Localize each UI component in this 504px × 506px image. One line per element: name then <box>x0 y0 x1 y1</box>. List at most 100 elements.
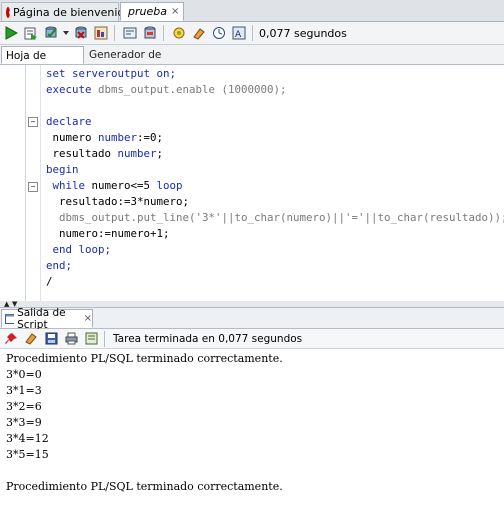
commit-dropdown[interactable] <box>62 24 70 42</box>
output-line: Procedimiento PL/SQL terminado correctam… <box>6 480 283 493</box>
explain-plan-button[interactable] <box>121 24 139 42</box>
sql-tuning-button[interactable] <box>141 24 159 42</box>
code-token: execute <box>46 83 99 96</box>
toolbar-separator <box>114 25 115 41</box>
tab-worksheet[interactable]: Hoja de Trabajo <box>1 46 84 80</box>
code-token: begin <box>46 163 79 176</box>
toolbar-separator <box>252 25 253 41</box>
fold-toggle-while[interactable]: − <box>28 182 38 192</box>
code-token: dbms_output.enable (1000000); <box>98 83 287 96</box>
code-line: resultado:=3*numero; <box>46 194 504 210</box>
output-line: 3*5=15 <box>6 448 49 461</box>
close-icon[interactable]: × <box>171 6 179 17</box>
output-line: 3*1=3 <box>6 384 42 397</box>
document-tab-strip: Página de bienvenida × prueba × <box>0 0 504 22</box>
rollback-icon <box>75 26 87 39</box>
commit-icon <box>45 26 57 38</box>
code-line: execute dbms_output.enable (1000000); <box>46 82 504 98</box>
code-line: while numero<=5 loop <box>46 178 504 194</box>
toolbar-separator <box>104 330 105 347</box>
elapsed-time: 0,077 segundos <box>259 26 347 40</box>
pin-icon <box>4 333 17 344</box>
tab-query-builder[interactable]: Generador de Consultas <box>85 46 205 79</box>
export-icon <box>85 332 97 345</box>
export-output-button[interactable] <box>82 330 100 348</box>
run-script-button[interactable] <box>22 24 40 42</box>
code-token: numero:=numero+1; <box>46 227 170 240</box>
fold-column: − − <box>26 65 41 301</box>
print-icon <box>65 332 77 345</box>
output-line: Procedimiento PL/SQL terminado correctam… <box>6 352 283 365</box>
code-token: numero <box>46 131 99 144</box>
code-line: numero:=numero+1; <box>46 226 504 242</box>
code-line: end loop; <box>46 242 504 258</box>
code-line: declare <box>46 114 504 130</box>
code-line: dbms_output.put_line('3*'||to_char(numer… <box>46 210 504 226</box>
clear-button[interactable] <box>190 24 208 42</box>
line-gutter <box>0 65 26 301</box>
script-output-area[interactable]: Procedimiento PL/SQL terminado correctam… <box>0 349 504 506</box>
output-toolbar: Tarea terminada en 0,077 segundos <box>0 329 504 349</box>
sql-editor[interactable]: − − set serveroutput on; execute dbms_out… <box>0 65 504 302</box>
code-token: number <box>98 131 138 144</box>
code-token: :=0; <box>137 131 164 144</box>
code-line: end; <box>46 258 504 274</box>
code-token: end loop; <box>46 243 112 256</box>
chevron-down-icon <box>62 31 69 35</box>
code-line: / <box>46 274 504 290</box>
output-line: 3*0=0 <box>6 368 42 381</box>
run-icon <box>5 26 18 40</box>
close-icon[interactable]: × <box>84 313 92 324</box>
code-token: numero<=5 <box>91 179 157 192</box>
pin-button[interactable] <box>2 330 20 348</box>
collapse-up-icon[interactable]: ▲ <box>4 301 9 308</box>
save-icon <box>45 332 57 345</box>
clear-output-button[interactable] <box>22 330 40 348</box>
oracle-icon <box>6 6 14 18</box>
script-output-icon <box>5 313 15 324</box>
rollback-button[interactable] <box>72 24 90 42</box>
editor-subtabs: Hoja de Trabajo Generador de Consultas <box>0 45 504 80</box>
task-status: Tarea terminada en 0,077 segundos <box>113 332 303 345</box>
tab-welcome-label: Página de bienvenida <box>13 5 132 19</box>
code-token: resultado:=3*numero; <box>46 195 190 208</box>
autotrace-button[interactable] <box>92 24 110 42</box>
history-icon <box>213 27 225 39</box>
format-button[interactable]: A <box>230 24 248 42</box>
fold-toggle-declare[interactable]: − <box>28 117 38 127</box>
save-output-button[interactable] <box>42 330 60 348</box>
output-line: 3*3=9 <box>6 416 42 429</box>
history-button[interactable] <box>210 24 228 42</box>
format-icon: A <box>232 26 246 40</box>
commit-button[interactable] <box>42 24 60 42</box>
tab-prueba[interactable]: prueba × <box>120 2 184 21</box>
code-line: numero number:=0; <box>46 130 504 146</box>
code-line: begin <box>46 162 504 178</box>
code-area[interactable]: set serveroutput on; execute dbms_output.… <box>46 66 504 290</box>
code-token: resultado <box>46 147 118 160</box>
tab-script-output[interactable]: Salida de Script × <box>1 306 93 331</box>
svg-text:A: A <box>235 30 242 40</box>
tab-welcome-page[interactable]: Página de bienvenida × <box>1 2 144 21</box>
run-statement-button[interactable] <box>2 24 20 42</box>
print-output-button[interactable] <box>62 330 80 348</box>
database-icon <box>144 26 156 39</box>
output-line: 3*2=6 <box>6 400 42 413</box>
autotrace-icon <box>94 26 108 40</box>
code-token: set serveroutput on; <box>46 67 177 80</box>
tab-prueba-label: prueba <box>128 5 167 18</box>
toolbar-separator <box>163 25 164 41</box>
code-line: set serveroutput on; <box>46 66 504 82</box>
eraser-icon <box>193 28 205 40</box>
code-line: resultado number; <box>46 146 504 162</box>
monitor-button[interactable] <box>170 24 188 42</box>
code-token: dbms_output.put_line('3*'||to_char(numer… <box>46 211 504 224</box>
tab-script-output-label: Salida de Script <box>17 306 66 331</box>
code-token: end; <box>46 259 73 272</box>
monitor-icon <box>173 27 185 39</box>
output-line: 3*4=12 <box>6 432 49 445</box>
code-token: while <box>46 179 92 192</box>
output-text: Procedimiento PL/SQL terminado correctam… <box>6 351 283 495</box>
